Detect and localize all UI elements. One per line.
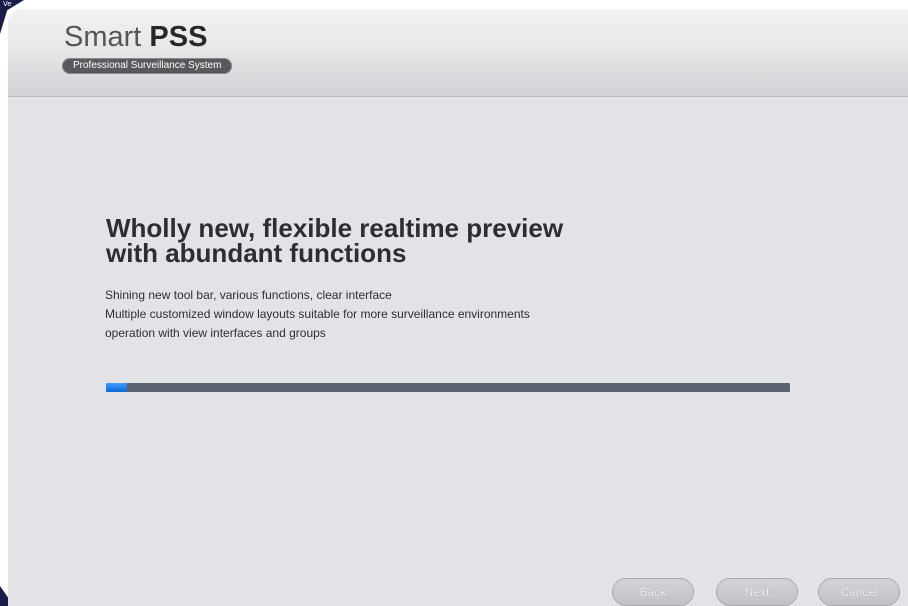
corner-label: Ve <box>3 0 12 8</box>
header-banner: Smart PSS Professional Surveillance Syst… <box>8 9 908 97</box>
description-line: Shining new tool bar, various functions,… <box>105 288 392 302</box>
headline-line-2: with abundant functions <box>106 238 407 268</box>
next-button[interactable]: Next <box>716 578 798 606</box>
installer-window: Smart PSS Professional Surveillance Syst… <box>8 9 908 606</box>
brand-subtitle: Professional Surveillance System <box>62 58 233 74</box>
brand-title-bold: PSS <box>149 21 208 53</box>
brand-logo: Smart PSS <box>64 23 207 52</box>
description-line: Multiple customized window layouts suita… <box>105 307 530 321</box>
brand-title-light: Smart <box>64 21 150 53</box>
back-button[interactable]: Back <box>612 578 694 606</box>
cancel-button[interactable]: Cancel <box>818 578 900 606</box>
feature-description: Shining new tool bar, various functions,… <box>105 286 530 343</box>
install-progress-bar <box>106 383 790 392</box>
feature-headline: Wholly new, flexible realtime preview wi… <box>106 215 706 268</box>
install-progress-fill <box>106 383 127 392</box>
description-line: operation with view interfaces and group… <box>105 326 326 340</box>
